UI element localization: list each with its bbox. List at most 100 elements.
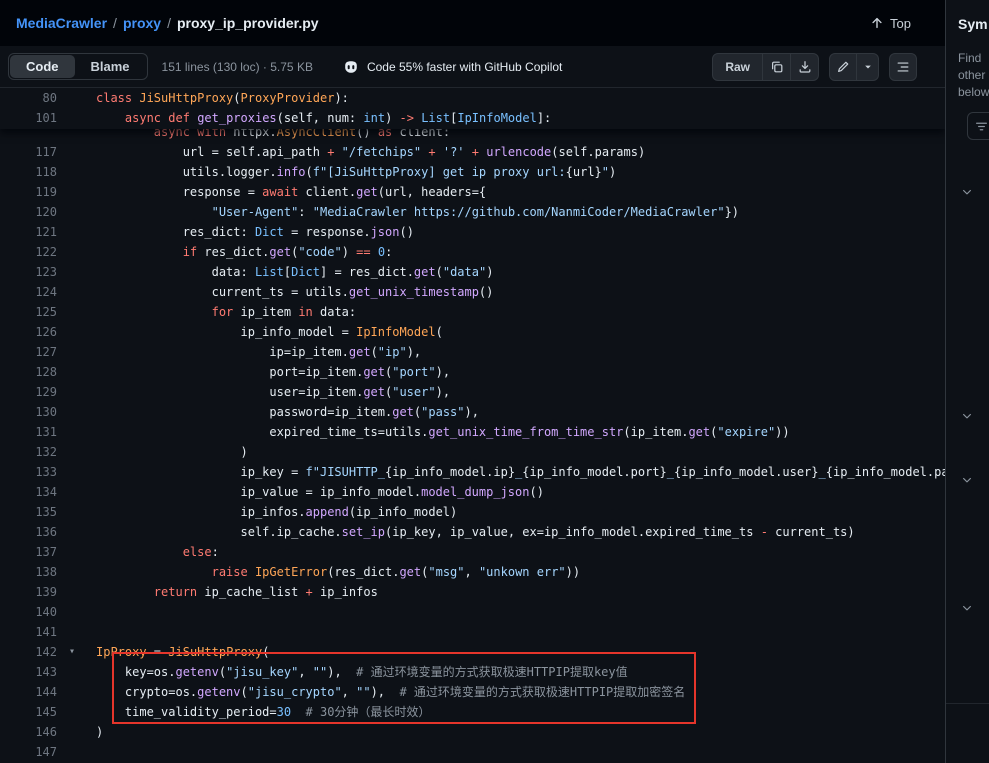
line-number[interactable]: 145: [0, 702, 57, 722]
code-line: 146): [0, 722, 945, 742]
symbols-panel: Sym Find other below: [945, 0, 989, 763]
line-number[interactable]: 130: [0, 402, 57, 422]
code-text: response = await client.get(url, headers…: [96, 182, 945, 202]
line-number[interactable]: 137: [0, 542, 57, 562]
copilot-banner[interactable]: Code 55% faster with GitHub Copilot: [343, 59, 562, 75]
fold-spacer: [57, 542, 96, 562]
breadcrumb: MediaCrawler / proxy / proxy_ip_provider…: [16, 15, 319, 31]
symbols-panel-description: Find other below: [958, 50, 989, 101]
code-line: 142▾IpProxy = JiSuHttpProxy(: [0, 642, 945, 662]
line-number[interactable]: [0, 129, 57, 142]
code-line: 141: [0, 622, 945, 642]
line-number[interactable]: 147: [0, 742, 57, 762]
fold-spacer: [57, 602, 96, 622]
fold-spacer: [57, 262, 96, 282]
code-line: async with httpx.AsyncClient() as client…: [0, 129, 945, 142]
toolbar-actions: Raw: [712, 53, 917, 81]
file-meta-info: 151 lines (130 loc) · 5.75 KB: [162, 60, 313, 74]
code-text: ): [96, 442, 945, 462]
line-number[interactable]: 140: [0, 602, 57, 622]
code-text: url = self.api_path + "/fetchips" + '?' …: [96, 142, 945, 162]
line-number[interactable]: 127: [0, 342, 57, 362]
file-view: MediaCrawler / proxy / proxy_ip_provider…: [0, 0, 945, 763]
line-number[interactable]: 134: [0, 482, 57, 502]
line-number[interactable]: 129: [0, 382, 57, 402]
line-number[interactable]: 128: [0, 362, 57, 382]
edit-file-button[interactable]: [829, 53, 857, 81]
chevron-down-icon[interactable]: [961, 410, 973, 422]
line-number[interactable]: 124: [0, 282, 57, 302]
breadcrumb-dir-link[interactable]: proxy: [123, 15, 161, 31]
code-text: time_validity_period=30 # 30分钟（最长时效）: [96, 702, 945, 722]
fold-chevron-icon[interactable]: ▾: [57, 642, 96, 662]
line-number[interactable]: 118: [0, 162, 57, 182]
line-number[interactable]: 132: [0, 442, 57, 462]
fold-spacer: [57, 562, 96, 582]
fold-spacer: [57, 622, 96, 642]
line-number[interactable]: 146: [0, 722, 57, 742]
code-line: 120 "User-Agent": "MediaCrawler https://…: [0, 202, 945, 222]
fold-spacer: [57, 522, 96, 542]
code-line: 118 utils.logger.info(f"[JiSuHttpProxy] …: [0, 162, 945, 182]
code-text: self.ip_cache.set_ip(ip_key, ip_value, e…: [96, 522, 945, 542]
fold-spacer: [57, 722, 96, 742]
line-number[interactable]: 126: [0, 322, 57, 342]
back-to-top-button[interactable]: Top: [870, 16, 911, 31]
line-number[interactable]: 135: [0, 502, 57, 522]
code-text: expired_time_ts=utils.get_unix_time_from…: [96, 422, 945, 442]
line-number[interactable]: 117: [0, 142, 57, 162]
line-number[interactable]: 133: [0, 462, 57, 482]
code-line: 131 expired_time_ts=utils.get_unix_time_…: [0, 422, 945, 442]
code-text: [96, 602, 945, 622]
line-number[interactable]: 136: [0, 522, 57, 542]
raw-button[interactable]: Raw: [712, 53, 763, 81]
line-number[interactable]: 121: [0, 222, 57, 242]
line-number[interactable]: 123: [0, 262, 57, 282]
line-number[interactable]: 125: [0, 302, 57, 322]
line-number[interactable]: 101: [0, 108, 57, 128]
line-number[interactable]: 120: [0, 202, 57, 222]
raw-button-group: Raw: [712, 53, 819, 81]
line-number[interactable]: 141: [0, 622, 57, 642]
line-number[interactable]: 139: [0, 582, 57, 602]
line-number[interactable]: 80: [0, 88, 57, 108]
symbols-panel-toggle-button[interactable]: [889, 53, 917, 81]
copy-raw-button[interactable]: [763, 53, 791, 81]
code-line: 133 ip_key = f"JISUHTTP_{ip_info_model.i…: [0, 462, 945, 482]
tab-blame[interactable]: Blame: [75, 55, 146, 78]
panel-toggle-group: [889, 53, 917, 81]
clipped-line-inner: async with httpx.AsyncClient() as client…: [0, 129, 945, 142]
line-number[interactable]: 144: [0, 682, 57, 702]
copy-icon: [770, 60, 784, 74]
fold-spacer: [57, 422, 96, 442]
chevron-down-icon[interactable]: [961, 602, 973, 614]
download-raw-button[interactable]: [791, 53, 819, 81]
clipped-line: async with httpx.AsyncClient() as client…: [0, 129, 945, 142]
arrow-up-icon: [870, 16, 884, 30]
chevron-down-icon[interactable]: [961, 186, 973, 198]
tab-code[interactable]: Code: [10, 55, 75, 78]
symbols-filter-input[interactable]: [967, 112, 989, 140]
line-number[interactable]: 138: [0, 562, 57, 582]
code-area: 80class JiSuHttpProxy(ProxyProvider):101…: [0, 88, 945, 763]
breadcrumb-repo-link[interactable]: MediaCrawler: [16, 15, 107, 31]
code-line: 136 self.ip_cache.set_ip(ip_key, ip_valu…: [0, 522, 945, 542]
fold-spacer: [57, 282, 96, 302]
line-number[interactable]: 142: [0, 642, 57, 662]
fold-spacer: [57, 142, 96, 162]
line-number[interactable]: 143: [0, 662, 57, 682]
edit-options-button[interactable]: [857, 53, 879, 81]
code-line: 147: [0, 742, 945, 762]
code-text: raise IpGetError(res_dict.get("msg", "un…: [96, 562, 945, 582]
code-text: ): [96, 722, 945, 742]
fold-spacer: [57, 322, 96, 342]
line-number[interactable]: 131: [0, 422, 57, 442]
code-text: crypto=os.getenv("jisu_crypto", ""), # 通…: [96, 682, 945, 702]
line-number[interactable]: 122: [0, 242, 57, 262]
line-number[interactable]: 119: [0, 182, 57, 202]
code-text: key=os.getenv("jisu_key", ""), # 通过环境变量的…: [96, 662, 945, 682]
chevron-down-icon[interactable]: [961, 474, 973, 486]
fold-spacer: [57, 302, 96, 322]
symbols-panel-title: Sym: [946, 0, 989, 32]
code-line: 132 ): [0, 442, 945, 462]
